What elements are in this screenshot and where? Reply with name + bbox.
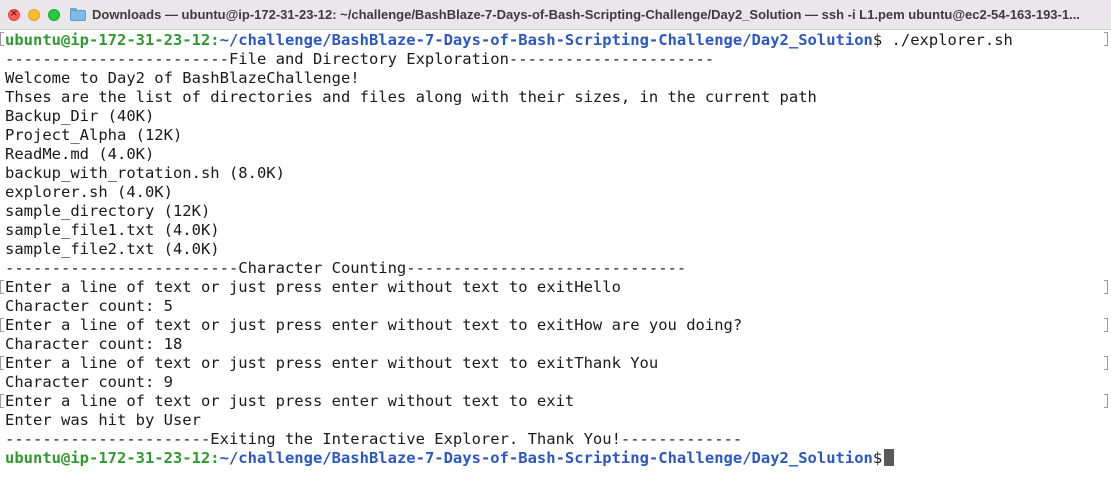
output-line: Character count: 18 — [5, 335, 183, 353]
scroll-marker-left — [0, 394, 4, 408]
window-controls: × — [8, 8, 60, 21]
scroll-marker-right — [1104, 394, 1108, 408]
output-line: Enter a line of text or just press enter… — [5, 316, 743, 334]
prompt-user-host: ubuntu@ip-172-31-23-12: — [5, 449, 220, 467]
window-title: Downloads — ubuntu@ip-172-31-23-12: ~/ch… — [92, 7, 1080, 22]
output-line: Welcome to Day2 of BashBlazeChallenge! — [5, 69, 360, 87]
output-line: ------------------------File and Directo… — [5, 50, 715, 68]
output-line: Character count: 5 — [5, 297, 173, 315]
output-line: sample_directory (12K) — [5, 202, 211, 220]
folder-icon — [70, 8, 86, 21]
command-prompt-line: ubuntu@ip-172-31-23-12:~/challenge/BashB… — [5, 31, 1111, 50]
zoom-icon[interactable] — [48, 8, 60, 21]
output-line: -------------------------Character Count… — [5, 259, 687, 277]
text-cursor — [884, 449, 895, 466]
scroll-marker-right — [1104, 32, 1108, 46]
scroll-marker-right — [1104, 356, 1108, 370]
output-line: Enter a line of text or just press enter… — [5, 278, 621, 296]
output-line: sample_file1.txt (4.0K) — [5, 221, 220, 239]
scroll-marker-left — [0, 32, 4, 46]
prompt-symbol: $ — [872, 449, 883, 467]
scroll-marker-right — [1104, 318, 1108, 332]
output-line: backup_with_rotation.sh (8.0K) — [5, 164, 285, 182]
script-output: ------------------------File and Directo… — [5, 50, 1111, 449]
output-line: sample_file2.txt (4.0K) — [5, 240, 220, 258]
scroll-marker-left — [0, 280, 4, 294]
scroll-marker-left — [0, 356, 4, 370]
prompt-path: ~/challenge/BashBlaze-7-Days-of-Bash-Scr… — [219, 449, 873, 467]
output-line: Enter a line of text or just press enter… — [5, 392, 575, 410]
prompt-command: ./explorer.sh — [882, 31, 1013, 49]
scroll-marker-left — [0, 318, 4, 332]
prompt-path: ~/challenge/BashBlaze-7-Days-of-Bash-Scr… — [219, 31, 873, 49]
window-titlebar: × Downloads — ubuntu@ip-172-31-23-12: ~/… — [0, 0, 1111, 30]
output-line: ReadMe.md (4.0K) — [5, 145, 155, 163]
terminal-output[interactable]: ubuntu@ip-172-31-23-12:~/challenge/BashB… — [5, 31, 1111, 488]
prompt-symbol: $ — [872, 31, 883, 49]
scroll-marker-right — [1104, 280, 1108, 294]
output-line: Enter a line of text or just press enter… — [5, 354, 659, 372]
output-line: Thses are the list of directories and fi… — [5, 88, 817, 106]
output-line: Enter was hit by User — [5, 411, 201, 429]
close-icon[interactable]: × — [8, 8, 20, 21]
output-line: Backup_Dir (40K) — [5, 107, 155, 125]
minimize-icon[interactable] — [28, 8, 40, 21]
final-prompt-line[interactable]: ubuntu@ip-172-31-23-12:~/challenge/BashB… — [5, 449, 1111, 468]
output-line: Character count: 9 — [5, 373, 173, 391]
output-line: Project_Alpha (12K) — [5, 126, 183, 144]
prompt-user-host: ubuntu@ip-172-31-23-12: — [5, 31, 220, 49]
output-line: explorer.sh (4.0K) — [5, 183, 173, 201]
output-line: ----------------------Exiting the Intera… — [5, 430, 743, 448]
